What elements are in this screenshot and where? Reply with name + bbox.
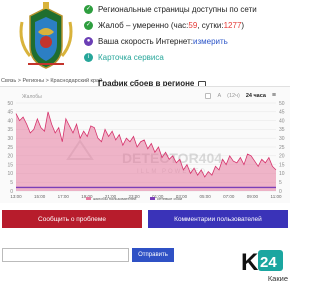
y-tick-label-right: 5 bbox=[279, 180, 282, 186]
send-button[interactable]: Отправить bbox=[132, 248, 174, 262]
region-emblem-icon bbox=[19, 2, 73, 69]
x-tick-label: 17:00 bbox=[58, 194, 70, 199]
range-option-a[interactable]: А bbox=[217, 93, 221, 99]
legend-swatch-complaints bbox=[86, 197, 91, 200]
chart-toolbar: А (12ч) 24 часа ≡ bbox=[205, 92, 276, 99]
toggle-checkbox[interactable] bbox=[205, 92, 212, 99]
service-card-link[interactable]: Карточка сервиса bbox=[98, 53, 164, 62]
speed-label: Ваша скорость Интернет: bbox=[98, 36, 193, 46]
status-pages-text: Региональные страницы доступны по сети bbox=[98, 4, 257, 14]
range-option-24h[interactable]: 24 часа bbox=[246, 93, 266, 99]
complaints-hour-count: 59 bbox=[188, 20, 198, 30]
comment-input[interactable] bbox=[2, 248, 129, 262]
x-tick-label: 09:00 bbox=[247, 194, 259, 199]
y-tick-label-left: 45 bbox=[7, 110, 13, 116]
user-comments-button[interactable]: Комментарии пользователей bbox=[148, 210, 288, 228]
legend-label-outages: сетевые сбои bbox=[157, 196, 182, 201]
y-tick-label-left: 5 bbox=[10, 180, 13, 186]
legend-label-complaints: жалобы пользователей bbox=[93, 196, 136, 201]
outage-chart-card: 0 0 5 5 10 10 15 15 20 20 25 25 30 30 35 35 40 40 45 45 50 50… bbox=[0, 86, 290, 203]
y-tick-label-left: 50 bbox=[7, 101, 13, 107]
y-tick-label-left: 10 bbox=[7, 171, 13, 177]
y-tick-label-left: 25 bbox=[7, 145, 13, 151]
speedometer-icon: ● bbox=[84, 36, 93, 46]
y-tick-label-left: 35 bbox=[7, 127, 13, 133]
bottom-bar: Отправить K 24 Какие bbox=[0, 240, 290, 290]
y-tick-label-right: 40 bbox=[279, 118, 285, 124]
y-tick-label-right: 20 bbox=[279, 154, 285, 160]
complaints-day-count: 1277 bbox=[223, 20, 242, 30]
y-tick-label-left: 40 bbox=[7, 118, 13, 124]
y-tick-label-right: 15 bbox=[279, 162, 285, 168]
x-tick-label: 13:00 bbox=[10, 194, 22, 199]
k24-logo-k: K bbox=[241, 249, 259, 274]
y-tick-label-right: 10 bbox=[279, 171, 285, 177]
y-tick-label-left: 30 bbox=[7, 136, 13, 142]
action-bar: Сообщить о проблеме Комментарии пользова… bbox=[0, 207, 290, 233]
y-tick-label-left: 15 bbox=[7, 162, 13, 168]
status-speed: ● Ваша скорость Интернет: измерить bbox=[84, 35, 228, 47]
legend-swatch-outages bbox=[150, 197, 155, 200]
report-problem-button[interactable]: Сообщить о проблеме bbox=[2, 210, 142, 228]
x-tick-label: 11:00 bbox=[271, 194, 282, 199]
status-complaints: ✓ Жалоб – умеренно (час: 59 , сутки: 127… bbox=[84, 19, 244, 31]
y-tick-label-left: 20 bbox=[7, 154, 13, 160]
complaints-suffix: ) bbox=[241, 20, 245, 30]
outage-chart: 0 05 510 1015 1520 2025 2530 3035 3540 4045 4550 50… bbox=[7, 101, 285, 201]
speed-test-link[interactable]: измерить bbox=[193, 37, 228, 46]
x-tick-label: 15:00 bbox=[34, 194, 46, 199]
status-panel: ✓ Региональные страницы доступны по сети… bbox=[0, 0, 290, 95]
breadcrumb[interactable]: Связь > Регионы > Краснодарский край bbox=[1, 78, 102, 84]
y-tick-label-right: 50 bbox=[279, 101, 285, 107]
hamburger-menu-icon[interactable]: ≡ bbox=[272, 92, 276, 99]
y-tick-label-right: 30 bbox=[279, 136, 285, 142]
range-option-12h[interactable]: (12ч) bbox=[227, 93, 240, 99]
y-tick-label-right: 45 bbox=[279, 110, 285, 116]
complaints-area bbox=[16, 111, 276, 191]
chart-series-label: Жалобы bbox=[22, 94, 42, 100]
y-tick-label-right: 35 bbox=[279, 127, 285, 133]
status-service-card[interactable]: i Карточка сервиса bbox=[84, 51, 164, 63]
info-icon: i bbox=[84, 52, 93, 62]
checkmark-icon: ✓ bbox=[84, 4, 93, 14]
bottom-caption: Какие bbox=[267, 274, 288, 283]
y-tick-label-right: 25 bbox=[279, 145, 285, 151]
x-tick-label: 07:00 bbox=[223, 194, 235, 199]
checkmark-icon: ✓ bbox=[84, 20, 93, 30]
complaints-mid: , сутки: bbox=[197, 20, 224, 30]
x-tick-label: 05:00 bbox=[199, 194, 211, 199]
status-pages-available: ✓ Региональные страницы доступны по сети bbox=[84, 3, 257, 15]
k24-logo-icon: K 24 bbox=[240, 248, 283, 274]
k24-logo-24: 24 bbox=[260, 254, 277, 271]
complaints-prefix: Жалоб – умеренно (час: bbox=[98, 20, 189, 30]
